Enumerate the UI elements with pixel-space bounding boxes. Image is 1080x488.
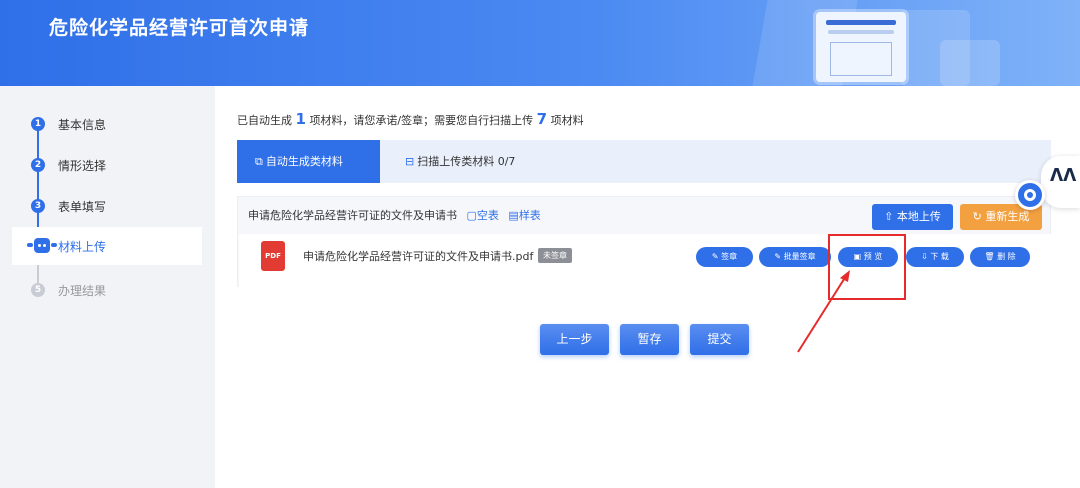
file-icon: ▤ [508,209,519,222]
material-panel: 申请危险化学品经营许可证的文件及申请书 ▢空表 ▤样表 ⇧ 本地上传 ↻ 重新生… [237,196,1051,287]
sidebar-step-basic-info[interactable]: 1 基本信息 [0,105,215,143]
page-title: 危险化学品经营许可首次申请 [49,17,310,39]
assistant-icon[interactable] [1015,180,1045,210]
pen-icon: ✎ [711,252,719,261]
sample-form-link[interactable]: ▤样表 [508,209,540,222]
step-label: 材料上传 [58,240,107,254]
step-label: 表单填写 [58,200,107,214]
robot-icon [26,238,58,254]
annotation-arrow-icon [797,270,850,353]
pdf-icon: PDF [261,241,285,271]
sign-button[interactable]: ✎ 签章 [696,247,753,267]
step-label: 基本信息 [58,118,107,132]
submit-button[interactable]: 提交 [690,324,749,355]
file-name[interactable]: 申请危险化学品经营许可证的文件及申请书.pdf [303,248,533,264]
step-number: 1 [31,117,45,131]
materials-summary: 已自动生成 1 项材料，请您承诺/签章；需要您自行扫描上传 7 项材料 [237,110,584,128]
step-label: 办理结果 [58,284,107,298]
material-heading: 申请危险化学品经营许可证的文件及申请书 ▢空表 ▤样表 [248,209,541,222]
file-icon: ▢ [466,209,477,222]
auto-count: 1 [295,110,306,128]
sidebar-step-situation[interactable]: 2 情形选择 [0,146,215,184]
collapse-icon: ᐱᐱ [1050,166,1077,186]
floating-toolbar[interactable]: ᐱᐱ [1041,156,1080,208]
step-label: 情形选择 [58,159,107,173]
step-sidebar: 1 基本信息 2 情形选择 3 表单填写 材料上传 5 办理结果 [0,86,215,488]
file-row: PDF 申请危险化学品经营许可证的文件及申请书.pdf 未签章 ✎ 签章 ✎ 批… [239,234,1051,287]
local-upload-button[interactable]: ⇧ 本地上传 [872,204,953,230]
status-badge: 未签章 [538,248,572,263]
download-icon: ⇩ [921,252,928,261]
step-number: 2 [31,158,45,172]
download-button[interactable]: ⇩ 下 载 [906,247,964,267]
save-draft-button[interactable]: 暂存 [620,324,679,355]
previous-step-button[interactable]: 上一步 [540,324,609,355]
step-number: 5 [31,283,45,297]
sidebar-step-result[interactable]: 5 办理结果 [0,271,215,309]
upload-icon: ⇧ [884,210,894,223]
sidebar-step-form[interactable]: 3 表单填写 [0,187,215,225]
scan-count: 7 [536,110,548,128]
sidebar-step-materials[interactable]: 材料上传 [12,227,202,265]
refresh-icon: ↻ [972,210,982,223]
trash-icon: 🗑 [984,252,995,261]
scan-icon: ⊟ [405,155,415,168]
delete-button[interactable]: 🗑 删 除 [970,247,1030,267]
empty-form-link[interactable]: ▢空表 [467,209,499,222]
document-illustration [816,12,906,82]
material-tabs: ⧉自动生成类材料 1/1 ⊟扫描上传类材料 0/7 [237,140,1051,211]
step-number: 3 [31,199,45,213]
tab-auto-generated[interactable]: ⧉自动生成类材料 1/1 [237,140,380,211]
copy-icon: ⧉ [255,155,263,168]
batch-sign-button[interactable]: ✎ 批量签章 [759,247,831,267]
pen-icon: ✎ [774,252,782,261]
tab-scan-upload[interactable]: ⊟ 扫描上传类材料 0/7 [387,140,533,183]
page-header: 危险化学品经营许可首次申请 [0,0,1080,86]
header-decoration [940,40,1000,86]
